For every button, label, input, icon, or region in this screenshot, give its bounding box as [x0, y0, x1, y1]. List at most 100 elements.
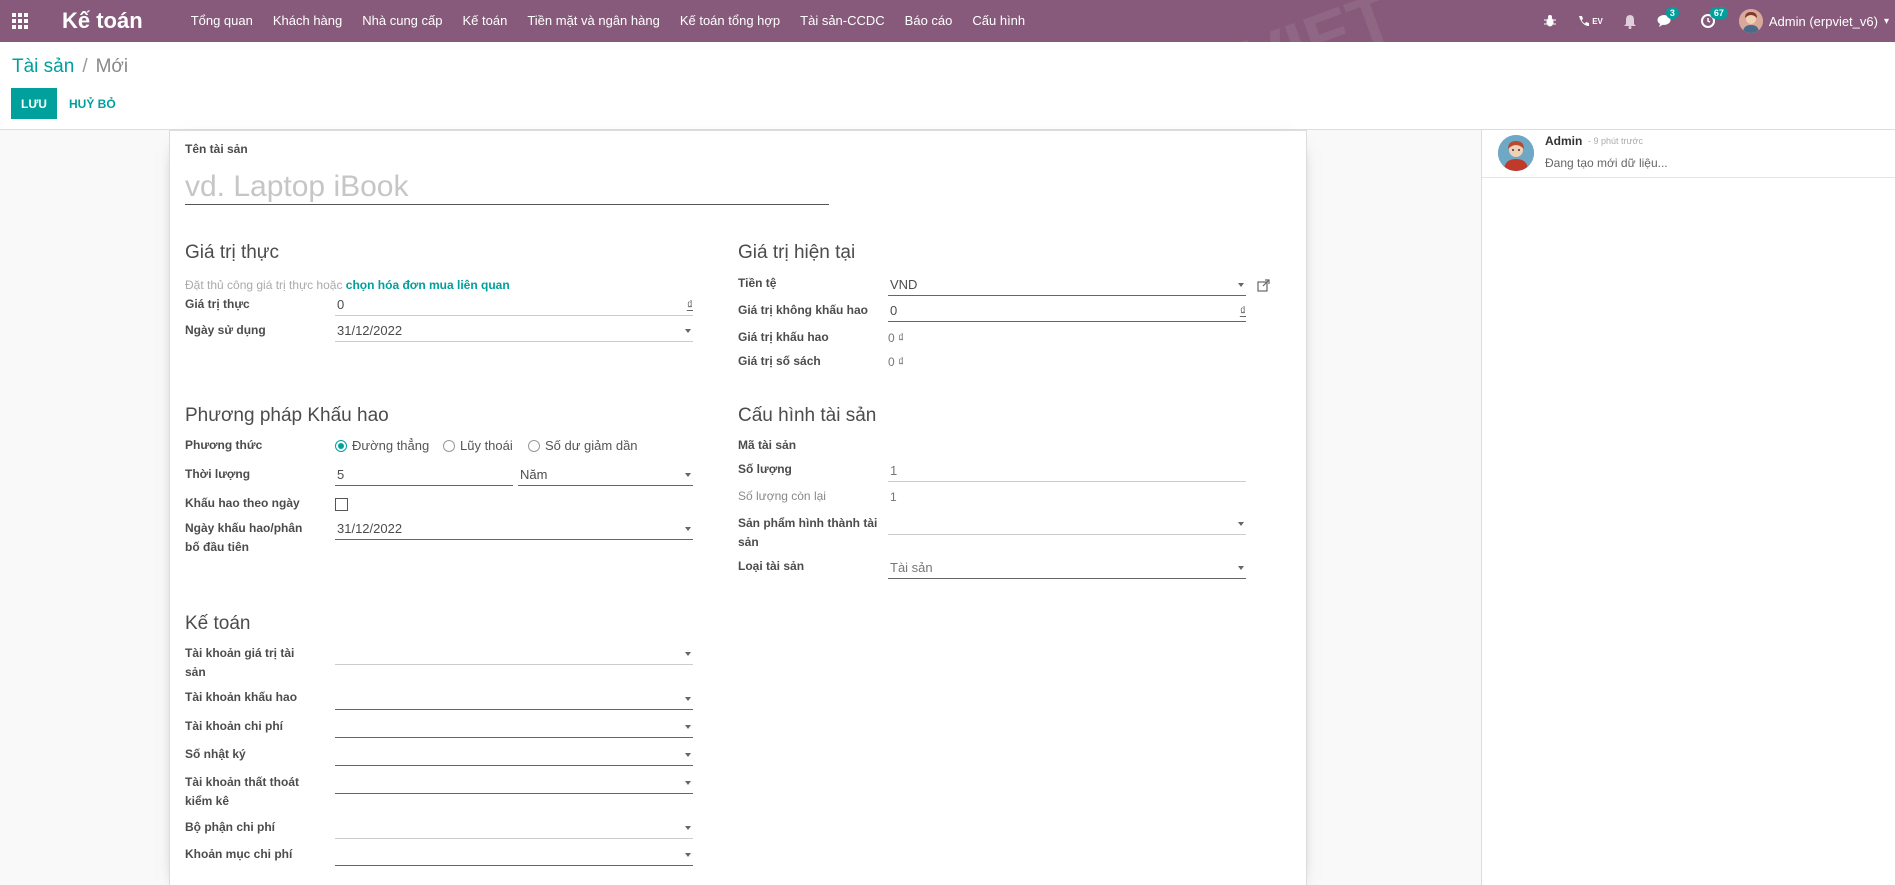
method-label: Phương thức: [185, 438, 263, 452]
menu-item-customers[interactable]: Khách hàng: [263, 0, 352, 42]
menu-item-general-accounting[interactable]: Kế toán tổng hợp: [670, 0, 790, 42]
breadcrumb-separator: /: [82, 56, 88, 77]
first-depreciation-date-field[interactable]: 31/12/2022: [335, 518, 693, 540]
depreciation-account-label: Tài khoản khấu hao: [185, 690, 298, 704]
phone-lang-icon[interactable]: EV: [1577, 14, 1603, 28]
menu-item-configuration[interactable]: Cấu hình: [962, 0, 1035, 42]
dropdown-caret-icon: [1238, 565, 1244, 570]
dropdown-caret-icon: [1238, 282, 1244, 287]
chatter-time: - 9 phút trước: [1588, 136, 1643, 146]
asset-config-title: Cấu hình tài sản: [738, 405, 877, 426]
prorata-checkbox[interactable]: [335, 498, 348, 511]
remaining-quantity-value: 1: [890, 490, 897, 504]
dropdown-caret-icon: [685, 780, 691, 785]
menu-item-accounting[interactable]: Kế toán: [453, 0, 518, 42]
help-text: Đặt thủ công giá trị thực hoặc: [185, 278, 343, 292]
currency-value: VND: [890, 277, 918, 292]
original-value-field[interactable]: 0 ₫: [335, 294, 693, 316]
menu-item-overview[interactable]: Tổng quan: [181, 0, 263, 42]
product-label: Sản phẩm hình thành tài sản: [738, 516, 878, 549]
quantity-label: Số lượng: [738, 462, 792, 476]
method-option-label: Đường thẳng: [352, 438, 430, 453]
inventory-loss-account-label: Tài khoản thất thoát kiểm kê: [185, 775, 299, 808]
non-depreciable-value: 0: [890, 303, 898, 318]
journal-field[interactable]: [335, 744, 693, 766]
inventory-loss-account-field[interactable]: [335, 772, 693, 794]
duration-value: 5: [337, 467, 345, 482]
cost-department-field[interactable]: [335, 817, 693, 839]
menu-item-cash-bank[interactable]: Tiền mặt và ngân hàng: [517, 0, 670, 42]
chevron-down-icon: ▾: [1883, 15, 1889, 27]
asset-account-label: Tài khoản giá trị tài sản: [185, 646, 295, 679]
menu-item-assets[interactable]: Tài sản-CCDC: [790, 0, 895, 42]
activities-icon[interactable]: 67: [1700, 7, 1728, 28]
accounting-title: Kế toán: [185, 613, 251, 634]
duration-field[interactable]: 5: [335, 464, 513, 486]
cost-item-label: Khoản mục chi phí: [185, 847, 293, 861]
depreciation-account-field[interactable]: [335, 688, 693, 710]
asset-type-field[interactable]: Tài sản: [888, 557, 1246, 579]
dropdown-caret-icon: [685, 328, 691, 333]
control-panel: Tài sản / Mới LƯU HUỶ BỎ: [0, 42, 1895, 130]
main-menu: Tổng quan Khách hàng Nhà cung cấp Kế toá…: [181, 0, 1035, 42]
asset-account-field[interactable]: [335, 643, 693, 665]
bug-icon[interactable]: [1543, 14, 1557, 28]
method-radio-linear[interactable]: Đường thẳng: [335, 438, 429, 453]
asset-code-label: Mã tài sản: [738, 438, 797, 452]
user-menu[interactable]: Admin (erpviet_v6) ▾: [1738, 9, 1889, 33]
method-radio-degressive[interactable]: Lũy thoái: [443, 438, 513, 453]
form-sheet: Tên tài sản vd. Laptop iBook Giá trị thự…: [169, 130, 1307, 885]
duration-unit-field[interactable]: Năm: [518, 464, 693, 486]
asset-type-value: Tài sản: [890, 560, 933, 575]
breadcrumb: Tài sản / Mới: [12, 56, 128, 78]
activities-badge: 67: [1709, 7, 1728, 19]
cost-department-label: Bộ phận chi phí: [185, 820, 275, 834]
first-depreciation-date-value: 31/12/2022: [337, 521, 403, 536]
radio-dot: [335, 439, 347, 452]
user-name: Admin (erpviet_v6): [1768, 13, 1878, 29]
app-brand[interactable]: Kế toán: [62, 8, 143, 34]
book-value: 0 ₫: [888, 355, 905, 369]
acquisition-date-value: 31/12/2022: [337, 323, 403, 338]
messages-icon[interactable]: 3: [1657, 7, 1679, 28]
asset-name-input[interactable]: vd. Laptop iBook: [185, 169, 829, 205]
product-field[interactable]: [888, 513, 1246, 535]
currency-field[interactable]: VND: [888, 274, 1246, 296]
menu-item-reports[interactable]: Báo cáo: [895, 0, 963, 42]
book-value-label: Giá trị số sách: [738, 354, 821, 368]
chatter-body: Đang tạo mới dữ liệu...: [1545, 156, 1668, 170]
cost-item-field[interactable]: [335, 844, 693, 866]
radio-dot: [443, 439, 455, 452]
dropdown-caret-icon: [685, 752, 691, 757]
dropdown-caret-icon: [685, 852, 691, 857]
bell-icon[interactable]: [1623, 14, 1637, 29]
dropdown-caret-icon: [685, 526, 691, 531]
original-value-title: Giá trị thực: [185, 242, 280, 263]
expense-account-field[interactable]: [335, 716, 693, 738]
method-option-label: Lũy thoái: [460, 438, 513, 453]
breadcrumb-parent[interactable]: Tài sản: [12, 56, 74, 78]
asset-name-label: Tên tài sản: [185, 142, 248, 156]
non-depreciable-field[interactable]: 0 ₫: [888, 300, 1246, 322]
menu-item-vendors[interactable]: Nhà cung cấp: [352, 0, 452, 42]
top-navbar: Kế toán Tổng quan Khách hàng Nhà cung cấ…: [0, 0, 1895, 103]
acquisition-date-field[interactable]: 31/12/2022: [335, 320, 693, 342]
radio-dot: [528, 439, 540, 452]
external-link-icon[interactable]: [1257, 279, 1271, 293]
apps-menu-icon[interactable]: [0, 0, 40, 42]
dropdown-caret-icon: [685, 825, 691, 830]
method-option-label: Số dư giảm dần: [545, 438, 638, 453]
quantity-field[interactable]: 1: [888, 460, 1246, 482]
dropdown-caret-icon: [685, 472, 691, 477]
chatter-avatar: [1498, 135, 1534, 171]
breadcrumb-current: Mới: [95, 56, 129, 77]
select-invoice-link[interactable]: chọn hóa đơn mua liên quan: [346, 278, 510, 292]
discard-button[interactable]: HUỶ BỎ: [63, 88, 122, 119]
asset-type-label: Loại tài sản: [738, 559, 805, 573]
depreciation-method-title: Phương pháp Khấu hao: [185, 405, 389, 426]
original-value-help: Đặt thủ công giá trị thực hoặc chọn hóa …: [185, 278, 510, 292]
method-radio-declining[interactable]: Số dư giảm dần: [528, 438, 638, 453]
save-button[interactable]: LƯU: [11, 88, 57, 119]
lang-label: EV: [1592, 16, 1603, 26]
original-value-label: Giá trị thực: [185, 297, 250, 311]
